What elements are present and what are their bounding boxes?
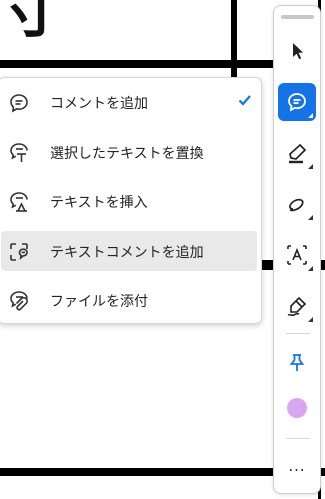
menu-item-label: コメントを追加	[50, 96, 148, 112]
menu-item-insert-text[interactable]: テキストを挿入	[1, 181, 257, 221]
select-tool-button[interactable]	[278, 32, 316, 70]
submenu-indicator-icon	[308, 164, 313, 169]
comment-tool-button[interactable]	[278, 83, 316, 121]
more-tools-button[interactable]: ...	[278, 449, 316, 487]
toolbar-drag-handle[interactable]	[281, 15, 314, 19]
menu-item-label: テキストコメントを追加	[50, 245, 204, 261]
draw-tool-button[interactable]	[278, 185, 316, 223]
submenu-indicator-icon	[308, 113, 313, 118]
highlight-tool-button[interactable]	[278, 134, 316, 172]
document-heading-glyph: 寸	[2, 0, 61, 45]
checkmark-icon	[238, 95, 251, 106]
text-comment-icon	[10, 243, 28, 261]
table-border-vertical	[231, 0, 237, 78]
attach-file-icon	[10, 291, 28, 311]
comment-type-menu: コメントを追加 選択したテキストを置換 テキストを挿入 テキストコメントを追加 …	[0, 77, 262, 324]
replace-text-icon	[10, 143, 28, 162]
menu-item-label: 選択したテキストを置換	[50, 146, 204, 162]
submenu-indicator-icon	[308, 266, 313, 271]
comment-icon	[10, 94, 28, 113]
pen-sign-icon	[287, 296, 307, 317]
text-box-tool-button[interactable]	[278, 236, 316, 274]
pin-icon	[289, 354, 305, 371]
toolbar-divider	[286, 333, 310, 334]
annotation-toolbar: ...	[273, 5, 321, 494]
insert-text-icon	[10, 192, 28, 212]
menu-item-attach-file[interactable]: ファイルを添付	[1, 280, 257, 320]
table-border-bottom	[0, 468, 273, 476]
highlighter-icon	[289, 143, 307, 164]
pointer-icon	[293, 43, 303, 60]
menu-item-label: テキストを挿入	[50, 195, 148, 211]
menu-item-label: ファイルを添付	[50, 294, 148, 310]
color-swatch-icon	[287, 398, 307, 418]
freehand-icon	[289, 198, 304, 212]
submenu-indicator-icon	[308, 215, 313, 220]
menu-item-replace-selected-text[interactable]: 選択したテキストを置換	[1, 132, 257, 172]
ellipsis-icon: ...	[288, 457, 306, 475]
toolbar-divider	[286, 438, 310, 439]
table-border-bottom-right	[321, 468, 325, 476]
menu-item-add-comment[interactable]: コメントを追加	[1, 82, 257, 122]
pin-tool-button[interactable]	[278, 344, 316, 382]
table-border-middle-right	[321, 260, 325, 270]
color-tool-button[interactable]	[278, 389, 316, 427]
signature-tool-button[interactable]	[278, 287, 316, 325]
comment-icon	[288, 93, 306, 112]
text-box-icon	[287, 245, 307, 265]
menu-item-add-text-comment[interactable]: テキストコメントを追加	[1, 231, 257, 271]
submenu-indicator-icon	[308, 317, 313, 322]
